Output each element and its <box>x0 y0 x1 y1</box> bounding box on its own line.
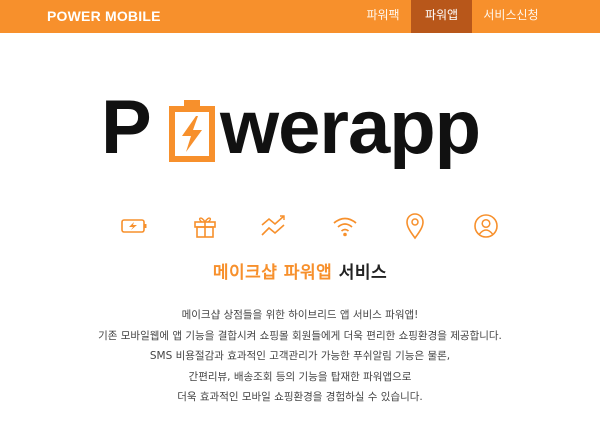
location-pin-icon <box>406 213 424 240</box>
description-line: 더욱 효과적인 모바일 쇼핑환경을 경험하실 수 있습니다. <box>177 391 423 403</box>
description-line: 메이크샵 상점들을 위한 하이브리드 앱 서비스 파워앱! <box>181 309 419 321</box>
gift-icon <box>194 217 216 238</box>
nav-item-powerapp[interactable]: 파워앱 <box>411 0 472 33</box>
service-title-accent: 메이크샵 파워앱 <box>212 263 333 283</box>
wifi-icon <box>333 217 357 237</box>
service-title-rest: 서비스 <box>338 263 388 283</box>
main-nav: 파워팩 파워앱 서비스신청 <box>355 0 550 33</box>
powerapp-logo: P werapp <box>101 85 501 170</box>
feature-icons-row <box>0 211 600 241</box>
nav-item-service-apply[interactable]: 서비스신청 <box>472 0 550 33</box>
nav-item-powerpack[interactable]: 파워팩 <box>355 0 411 33</box>
top-navigation-bar: POWER MOBILE 파워팩 파워앱 서비스신청 <box>0 0 600 33</box>
description-line: 기존 모바일웹에 앱 기능을 결합시켜 쇼핑몰 회원들에게 더욱 편리한 쇼핑환… <box>98 329 502 342</box>
description-line: SMS 비용절감과 효과적인 고객관리가 가능한 푸쉬알림 기능은 물론, <box>149 350 451 362</box>
service-description: 메이크샵 상점들을 위한 하이브리드 앱 서비스 파워앱! 기존 모바일웹에 앱… <box>0 305 600 408</box>
brand-logo-text[interactable]: POWER MOBILE <box>47 8 161 24</box>
user-headset-icon <box>474 214 498 238</box>
logo-letter-p: P <box>101 85 152 170</box>
battery-icon <box>121 219 147 233</box>
trend-chart-icon <box>261 215 285 236</box>
service-title: 메이크샵 파워앱 서비스 <box>0 258 600 283</box>
description-line: 간편리뷰, 배송조회 등의 기능을 탑재한 파워앱으로 <box>188 370 412 383</box>
battery-lightning-icon <box>169 100 215 162</box>
logo-text-werapp: werapp <box>220 85 481 170</box>
